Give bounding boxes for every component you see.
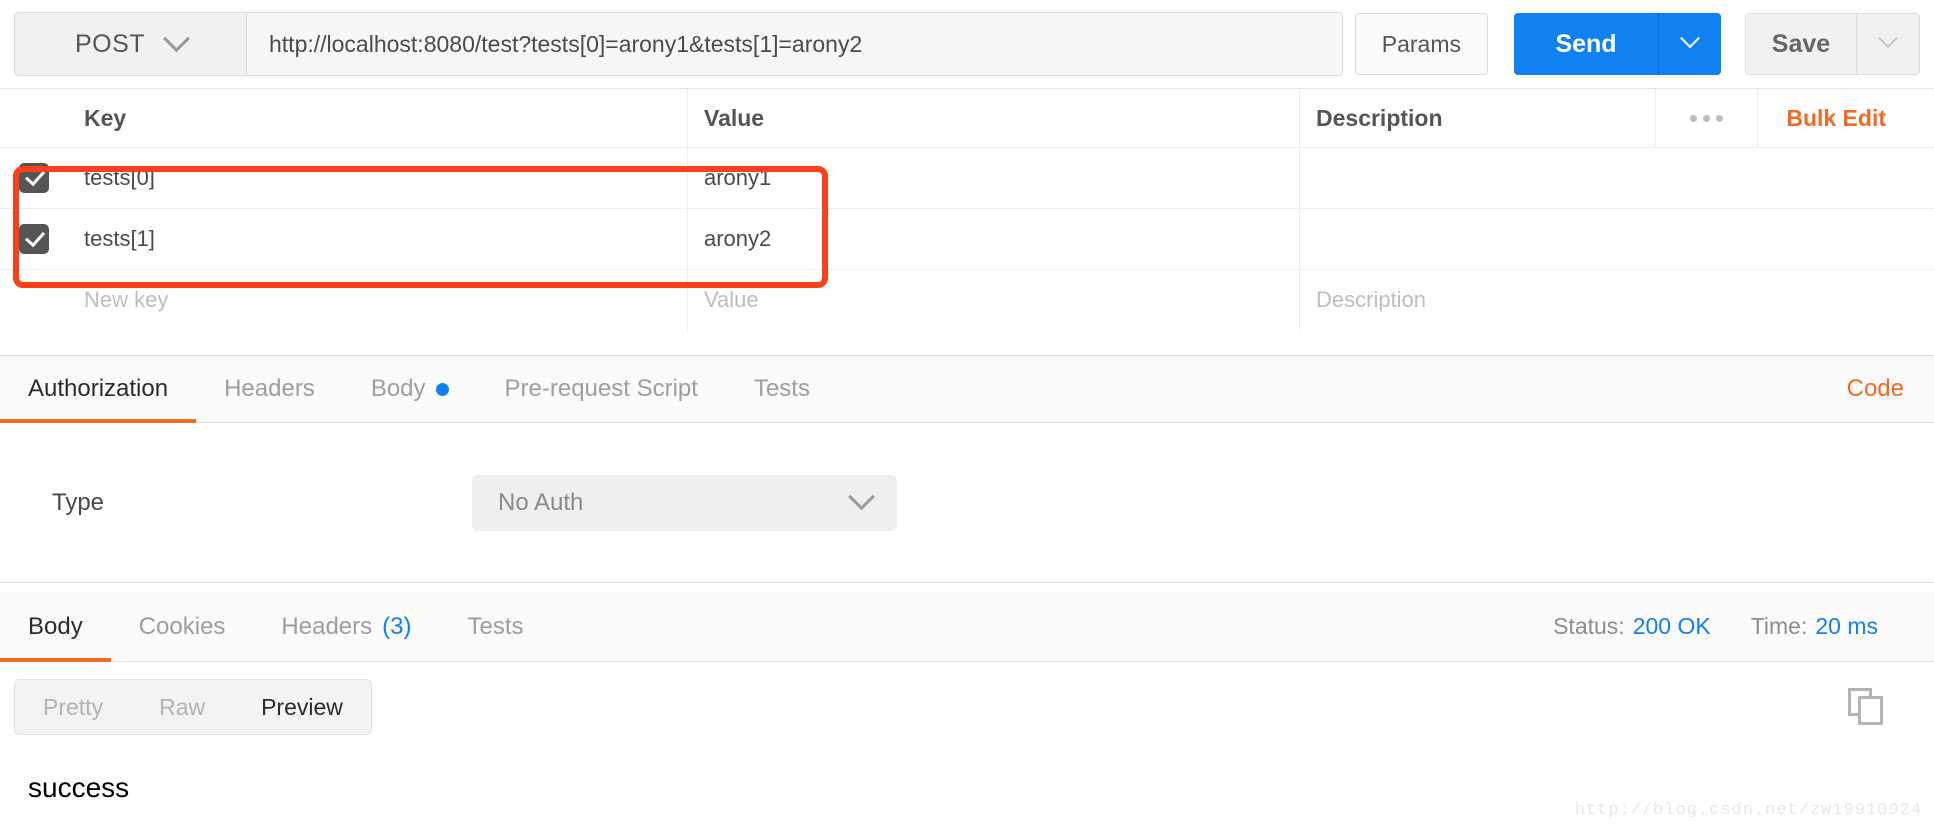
response-body-text: success xyxy=(28,772,130,803)
authorization-panel: Type No Auth xyxy=(0,423,1934,583)
time-badge: Time: 20 ms xyxy=(1751,613,1878,640)
table-row: tests[1] arony2 xyxy=(0,208,1934,269)
column-header-description-label: Description xyxy=(1316,104,1443,131)
code-link[interactable]: Code xyxy=(1817,356,1934,422)
tab-authorization-label: Authorization xyxy=(28,375,169,402)
checkbox-checked[interactable] xyxy=(19,163,49,193)
tab-headers-label: Headers xyxy=(224,375,315,402)
header-actions: Bulk Edit xyxy=(1655,89,1918,147)
param-description-input[interactable] xyxy=(1300,148,1934,208)
response-body-panel: success xyxy=(0,752,1934,832)
http-method-select[interactable]: POST xyxy=(15,13,247,75)
response-tab-cookies-label: Cookies xyxy=(138,612,226,640)
checkbox-checked[interactable] xyxy=(19,224,49,254)
view-mode-preview[interactable]: Preview xyxy=(233,680,371,734)
response-tab-body-label: Body xyxy=(28,612,83,640)
tab-body-label: Body xyxy=(370,375,426,402)
query-params-table: Key Value Description Bulk Edit tests[0]… xyxy=(0,88,1934,330)
ellipsis-icon[interactable] xyxy=(1655,89,1759,147)
auth-type-select[interactable]: No Auth xyxy=(472,474,897,531)
tab-tests[interactable]: Tests xyxy=(726,356,838,422)
chevron-down-icon xyxy=(163,24,190,52)
tab-pre-request-script-label: Pre-request Script xyxy=(504,375,698,402)
tab-pre-request-script[interactable]: Pre-request Script xyxy=(477,356,726,422)
response-meta: Status: 200 OK Time: 20 ms xyxy=(1553,592,1934,661)
chevron-down-icon xyxy=(1878,28,1898,49)
send-button-group: Send xyxy=(1514,13,1721,75)
response-tab-tests-label: Tests xyxy=(467,612,524,640)
url-group: POST http://localhost:8080/test?tests[0]… xyxy=(14,12,1343,76)
params-table-body: Key Value Description Bulk Edit tests[0]… xyxy=(0,89,1934,330)
status-badge: Status: 200 OK xyxy=(1553,613,1711,640)
column-header-description: Description Bulk Edit xyxy=(1300,89,1934,147)
param-value-input[interactable]: arony2 xyxy=(688,209,1300,269)
param-description-input[interactable] xyxy=(1300,209,1934,269)
new-param-value-input[interactable]: Value xyxy=(688,270,1300,330)
new-param-key-input[interactable]: New key xyxy=(68,270,688,330)
params-table-header-row: Key Value Description Bulk Edit xyxy=(0,89,1934,147)
response-tabs: Body Cookies Headers (3) Tests Status: 20… xyxy=(0,592,1934,662)
status-label: Status: xyxy=(1553,613,1625,639)
row-checkbox-cell xyxy=(0,270,68,330)
ellipsis-dot xyxy=(1716,114,1724,122)
copy-icon[interactable] xyxy=(1848,688,1886,726)
response-view-mode-group: Pretty Raw Preview xyxy=(14,679,372,735)
table-row: tests[0] arony1 xyxy=(0,147,1934,208)
response-tab-headers-label: Headers xyxy=(281,612,373,640)
request-bar: POST http://localhost:8080/test?tests[0]… xyxy=(0,0,1934,88)
copy-icon-front-sheet xyxy=(1858,696,1883,725)
check-icon xyxy=(24,165,45,187)
tab-body[interactable]: Body xyxy=(343,356,477,422)
tab-authorization[interactable]: Authorization xyxy=(0,356,197,423)
chevron-down-icon xyxy=(848,483,875,511)
params-button[interactable]: Params xyxy=(1354,13,1488,75)
request-config-tabs: Authorization Headers Body Pre-request S… xyxy=(0,355,1934,423)
watermark: http://blog.csdn.net/zw19910924 xyxy=(1574,801,1922,820)
request-url-input[interactable]: http://localhost:8080/test?tests[0]=aron… xyxy=(247,13,1342,75)
status-value: 200 OK xyxy=(1632,613,1711,639)
chevron-down-icon xyxy=(1680,28,1700,49)
header-checkbox-cell xyxy=(0,89,68,147)
response-toolbar: Pretty Raw Preview xyxy=(0,662,1934,752)
http-method-label: POST xyxy=(74,29,146,58)
new-param-description-input[interactable]: Description xyxy=(1300,270,1934,330)
auth-type-label: Type xyxy=(52,488,105,516)
send-button[interactable]: Send xyxy=(1514,13,1658,75)
body-modified-dot-icon xyxy=(435,382,449,396)
auth-type-value: No Auth xyxy=(498,488,584,516)
check-icon xyxy=(24,226,45,248)
save-button-group: Save xyxy=(1745,13,1920,75)
time-value: 20 ms xyxy=(1815,613,1878,639)
table-row-new: New key Value Description xyxy=(0,269,1934,330)
view-mode-pretty[interactable]: Pretty xyxy=(15,680,131,734)
response-tab-tests[interactable]: Tests xyxy=(439,592,551,661)
param-value-input[interactable]: arony1 xyxy=(688,148,1300,208)
response-tab-body[interactable]: Body xyxy=(0,592,111,662)
param-key-input[interactable]: tests[0] xyxy=(68,148,688,208)
bulk-edit-button[interactable]: Bulk Edit xyxy=(1758,89,1918,147)
column-header-value: Value xyxy=(688,89,1300,147)
param-key-input[interactable]: tests[1] xyxy=(68,209,688,269)
view-mode-raw[interactable]: Raw xyxy=(131,680,233,734)
save-options-button[interactable] xyxy=(1856,14,1919,74)
response-tab-cookies[interactable]: Cookies xyxy=(111,592,254,661)
tab-tests-label: Tests xyxy=(753,375,810,402)
response-tab-headers[interactable]: Headers (3) xyxy=(253,592,439,661)
column-header-key: Key xyxy=(68,89,688,147)
save-button[interactable]: Save xyxy=(1746,14,1856,74)
send-options-button[interactable] xyxy=(1658,13,1721,75)
response-headers-count: (3) xyxy=(382,612,412,640)
ellipsis-dot xyxy=(1690,114,1698,122)
time-label: Time: xyxy=(1750,613,1808,639)
row-checkbox-cell xyxy=(0,148,68,208)
row-checkbox-cell xyxy=(0,209,68,269)
tab-headers[interactable]: Headers xyxy=(196,356,343,422)
ellipsis-dot xyxy=(1703,114,1711,122)
